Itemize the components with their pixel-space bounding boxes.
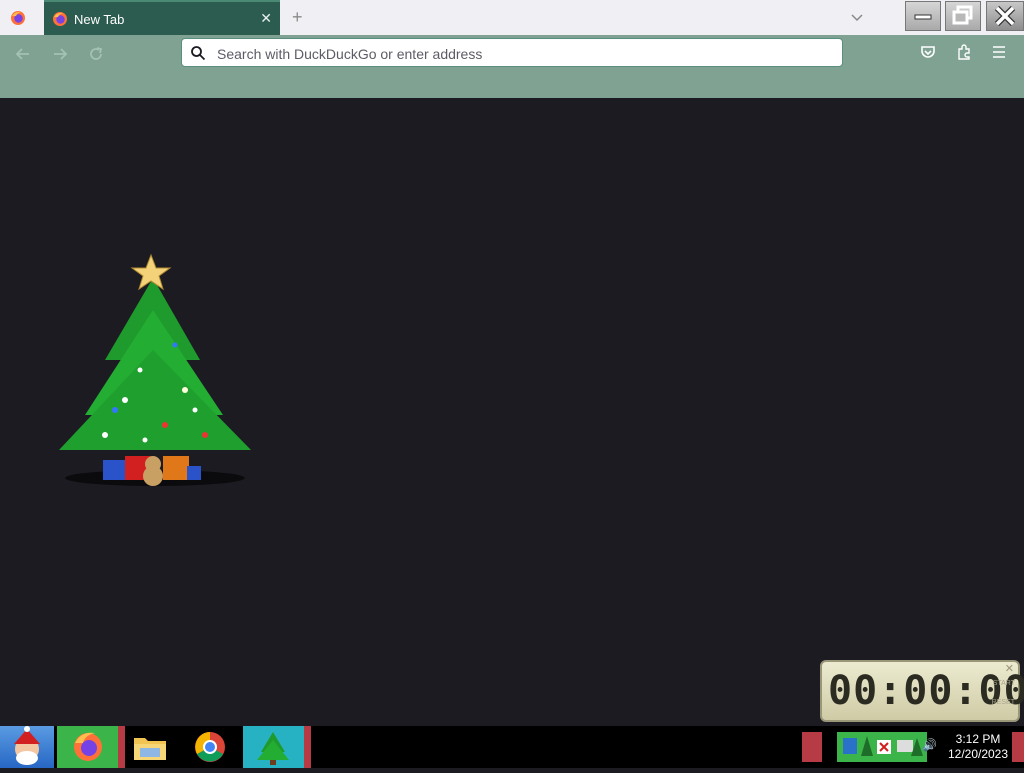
close-icon[interactable]: ✕ xyxy=(260,10,272,27)
taskbar-item-firefox[interactable] xyxy=(57,726,125,768)
christmas-tree-image xyxy=(59,253,251,486)
show-desktop-button[interactable] xyxy=(1012,732,1024,762)
search-icon xyxy=(191,46,206,61)
hamburger-menu-icon[interactable] xyxy=(990,43,1008,61)
url-bar[interactable] xyxy=(181,38,843,67)
restore-icon xyxy=(952,5,973,25)
arrow-left-icon[interactable] xyxy=(14,45,32,63)
volume-icon[interactable]: 🔊 xyxy=(922,738,937,752)
taskbar-item-christmas-tree[interactable] xyxy=(243,726,311,768)
santa-icon xyxy=(14,726,40,765)
chrome-icon xyxy=(195,732,225,762)
clock-time[interactable]: 3:12 PM xyxy=(946,732,1010,746)
close-window-button[interactable] xyxy=(986,1,1024,31)
pocket-icon[interactable] xyxy=(919,43,937,61)
tab-title: New Tab xyxy=(74,12,125,27)
restore-button[interactable] xyxy=(945,1,981,31)
minimize-button[interactable] xyxy=(905,1,941,31)
minimize-icon xyxy=(914,14,932,20)
tray-icons xyxy=(843,736,923,756)
system-tray[interactable] xyxy=(837,732,927,762)
firefox-icon xyxy=(74,732,102,761)
search-input[interactable] xyxy=(215,42,819,65)
tab-strip: New Tab ✕ + xyxy=(0,0,1024,35)
nav-toolbar xyxy=(0,35,1024,98)
timer-start-button[interactable]: START xyxy=(993,680,1015,687)
firefox-icon[interactable] xyxy=(10,10,26,26)
taskbar-item-chrome[interactable] xyxy=(190,726,230,768)
timer-reset-button[interactable]: RESET xyxy=(992,699,1015,706)
tab-new-tab[interactable]: New Tab ✕ xyxy=(44,0,280,35)
firefox-icon xyxy=(53,12,67,26)
taskbar-item-file-explorer[interactable] xyxy=(130,726,170,768)
chevron-down-icon[interactable] xyxy=(850,10,864,24)
plus-icon[interactable]: + xyxy=(292,8,303,26)
countdown-timer-widget: 00:00:00 ✕ START RESET xyxy=(820,660,1024,722)
tray-indicator[interactable] xyxy=(802,732,822,762)
folder-icon xyxy=(134,738,166,760)
start-button[interactable] xyxy=(0,726,54,768)
puzzle-icon[interactable] xyxy=(955,43,973,61)
timer-display: 00:00:00 xyxy=(828,668,1024,714)
close-icon xyxy=(994,5,1016,27)
reload-icon[interactable] xyxy=(87,45,105,63)
clock-date[interactable]: 12/20/2023 xyxy=(946,747,1010,761)
tree-icon xyxy=(257,732,289,765)
arrow-right-icon[interactable] xyxy=(51,45,69,63)
close-icon[interactable]: ✕ xyxy=(1005,662,1014,675)
taskbar: 🔊 3:12 PM 12/20/2023 xyxy=(0,726,1024,768)
